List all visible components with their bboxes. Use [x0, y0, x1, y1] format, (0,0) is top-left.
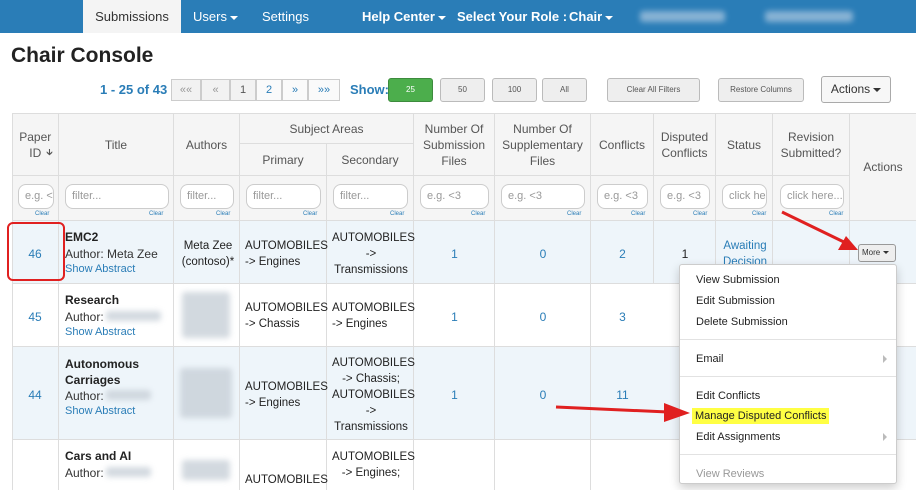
arrow-to-manage-disputed	[555, 403, 690, 422]
annotation-arrows	[555, 210, 858, 422]
arrow-to-more-button	[781, 210, 858, 250]
